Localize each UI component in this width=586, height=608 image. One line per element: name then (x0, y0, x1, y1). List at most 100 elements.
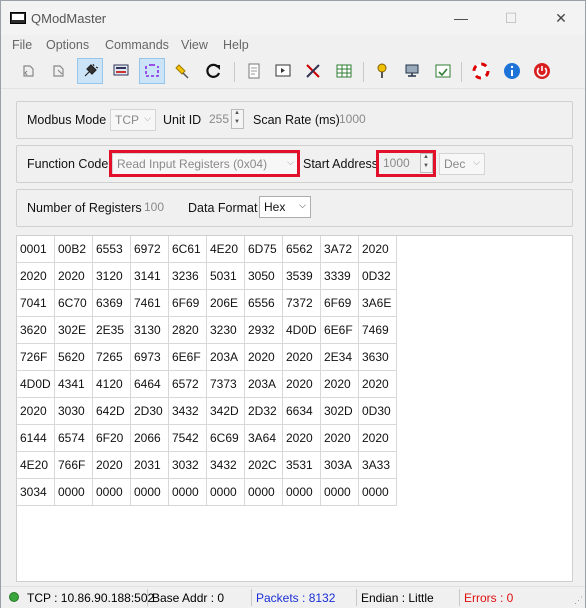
register-cell[interactable]: 3531 (282, 451, 321, 479)
register-cell[interactable]: 3034 (17, 478, 55, 506)
register-cell[interactable]: 3432 (168, 397, 207, 425)
tcp-settings-button[interactable] (139, 58, 165, 84)
register-cell[interactable]: 2820 (168, 316, 207, 344)
maximize-button[interactable]: ☐ (491, 7, 531, 29)
register-cell[interactable]: 2020 (282, 343, 321, 371)
register-cell[interactable]: 3A72 (320, 236, 359, 263)
register-cell[interactable]: 6C69 (206, 424, 245, 452)
register-cell[interactable]: 0000 (282, 478, 321, 506)
register-cell[interactable]: 3030 (54, 397, 93, 425)
register-cell[interactable]: 203A (244, 370, 283, 398)
register-cell[interactable]: 6F69 (168, 289, 207, 317)
register-cell[interactable]: 3A6E (358, 289, 397, 317)
register-cell[interactable]: 7373 (206, 370, 245, 398)
register-cell[interactable]: 0000 (130, 478, 169, 506)
register-cell[interactable]: 342D (206, 397, 245, 425)
register-cell[interactable]: 2020 (358, 370, 397, 398)
register-cell[interactable]: 7041 (17, 289, 55, 317)
register-cell[interactable]: 6634 (282, 397, 321, 425)
register-cell[interactable]: 2031 (130, 451, 169, 479)
unit-id-spinbox[interactable]: 255 ▲ ▼ (207, 109, 247, 129)
modbus-mode-select[interactable]: TCP ⌵ (110, 109, 156, 131)
table-button[interactable] (331, 58, 357, 84)
register-cell[interactable]: 7542 (168, 424, 207, 452)
register-cell[interactable]: 3141 (130, 262, 169, 290)
register-cell[interactable]: 5620 (54, 343, 93, 371)
register-cell[interactable]: 0000 (358, 478, 397, 506)
reset-button[interactable] (201, 58, 227, 84)
register-cell[interactable]: 3630 (358, 343, 397, 371)
register-cell[interactable]: 6369 (92, 289, 131, 317)
register-cell[interactable]: 6556 (244, 289, 283, 317)
register-cell[interactable]: 6574 (54, 424, 93, 452)
register-cell[interactable]: 303A (320, 451, 359, 479)
register-cell[interactable]: 0000 (54, 478, 93, 506)
register-cell[interactable]: 2020 (320, 424, 359, 452)
register-cell[interactable]: 3120 (92, 262, 131, 290)
register-cell[interactable]: 6C61 (168, 236, 207, 263)
register-cell[interactable]: 3339 (320, 262, 359, 290)
register-cell[interactable]: 4120 (92, 370, 131, 398)
register-cell[interactable]: 6553 (92, 236, 131, 263)
register-cell[interactable]: 3050 (244, 262, 283, 290)
register-cell[interactable]: 302E (54, 316, 93, 344)
register-cell[interactable]: 2D30 (130, 397, 169, 425)
register-cell[interactable]: 2066 (130, 424, 169, 452)
tools-button[interactable] (300, 58, 326, 84)
register-cell[interactable]: 3539 (282, 262, 321, 290)
bus-monitor-button[interactable] (270, 58, 296, 84)
register-cell[interactable]: 4341 (54, 370, 93, 398)
register-cell[interactable]: 2020 (54, 262, 93, 290)
register-cell[interactable]: 6464 (130, 370, 169, 398)
register-cell[interactable]: 2020 (358, 424, 397, 452)
scan-button[interactable] (430, 58, 456, 84)
register-cell[interactable]: 7372 (282, 289, 321, 317)
register-cell[interactable]: 3230 (206, 316, 245, 344)
register-cell[interactable]: 2020 (17, 397, 55, 425)
log-button[interactable] (241, 58, 267, 84)
exit-button[interactable] (529, 58, 555, 84)
register-cell[interactable]: 2020 (17, 262, 55, 290)
register-cell[interactable]: 4D0D (282, 316, 321, 344)
address-format-select[interactable]: Dec ⌵ (439, 153, 485, 175)
clear-button[interactable] (170, 58, 196, 84)
register-cell[interactable]: 5031 (206, 262, 245, 290)
register-cell[interactable]: 3130 (130, 316, 169, 344)
register-cell[interactable]: 0D30 (358, 397, 397, 425)
register-cell[interactable]: 203A (206, 343, 245, 371)
register-cell[interactable]: 3620 (17, 316, 55, 344)
register-cell[interactable]: 202C (244, 451, 283, 479)
register-cell[interactable]: 2932 (244, 316, 283, 344)
register-cell[interactable]: 2020 (282, 424, 321, 452)
register-cell[interactable]: 7265 (92, 343, 131, 371)
settings-button[interactable] (369, 58, 395, 84)
plug-button[interactable] (77, 58, 103, 84)
register-cell[interactable]: 6E6F (168, 343, 207, 371)
register-cell[interactable]: 2020 (358, 236, 397, 263)
register-cell[interactable]: 2020 (244, 343, 283, 371)
register-cell[interactable]: 0000 (244, 478, 283, 506)
register-cell[interactable]: 0000 (320, 478, 359, 506)
data-format-select[interactable]: Hex ⌵ (259, 196, 311, 218)
menu-options[interactable]: Options (46, 38, 89, 52)
spin-arrows-icon[interactable]: ▲ ▼ (231, 109, 244, 129)
scan-rate-spinbox[interactable]: 1000 (337, 109, 377, 129)
resize-grip-icon[interactable]: ⋰ (574, 595, 583, 606)
register-cell[interactable]: 206E (206, 289, 245, 317)
info-button[interactable] (499, 58, 525, 84)
register-cell[interactable]: 2E35 (92, 316, 131, 344)
close-button[interactable]: ✕ (541, 7, 581, 29)
register-cell[interactable]: 6972 (130, 236, 169, 263)
register-cell[interactable]: 2020 (320, 370, 359, 398)
register-cell[interactable]: 3032 (168, 451, 207, 479)
help-button[interactable] (468, 58, 494, 84)
register-cell[interactable]: 3236 (168, 262, 207, 290)
register-cell[interactable]: 0000 (168, 478, 207, 506)
register-cell[interactable]: 0001 (17, 236, 55, 263)
register-cell[interactable]: 4E20 (17, 451, 55, 479)
register-cell[interactable]: 6D75 (244, 236, 283, 263)
register-cell[interactable]: 642D (92, 397, 131, 425)
register-cell[interactable]: 3A64 (244, 424, 283, 452)
register-cell[interactable]: 2020 (92, 451, 131, 479)
register-cell[interactable]: 766F (54, 451, 93, 479)
